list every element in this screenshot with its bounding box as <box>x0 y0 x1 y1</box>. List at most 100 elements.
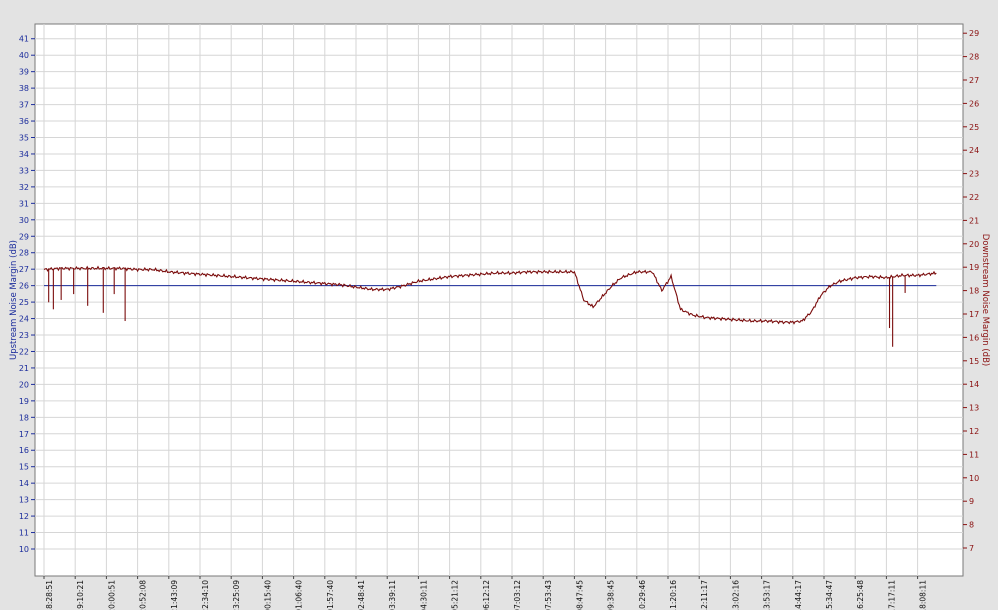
x-tick-time: 13:53:17 <box>763 580 772 610</box>
x-tick-time: 00:15:40 <box>263 580 272 610</box>
x-tick-time: 15:34:47 <box>825 580 834 610</box>
x-tick-time: 22:34:10 <box>201 580 210 610</box>
x-tick-time: 07:03:12 <box>513 580 522 610</box>
left-tick-label: 17 <box>19 430 29 439</box>
left-tick-label: 40 <box>19 51 29 60</box>
left-tick-label: 38 <box>19 84 29 93</box>
x-tick-label: Tue 3013:53:17 <box>754 580 772 610</box>
x-tick-label: Tue 3015:34:47 <box>816 580 834 610</box>
right-tick-label: 12 <box>969 427 979 436</box>
x-tick-label: Tue 3000:15:40 <box>254 580 272 610</box>
x-tick-label: Tue 3001:57:40 <box>317 580 335 610</box>
left-tick-label: 24 <box>19 315 29 324</box>
right-tick-label: 15 <box>969 357 979 366</box>
x-tick-label: Tue 3007:03:12 <box>504 580 522 610</box>
right-tick-label: 25 <box>969 123 979 132</box>
left-tick-label: 23 <box>19 331 29 340</box>
left-tick-label: 14 <box>19 479 29 488</box>
right-tick-label: 26 <box>969 99 979 108</box>
left-tick-label: 12 <box>19 512 29 521</box>
x-tick-time: 13:02:16 <box>731 580 740 610</box>
left-tick-label: 28 <box>19 249 29 258</box>
right-tick-label: 16 <box>969 333 979 342</box>
left-tick-label: 36 <box>19 117 29 126</box>
x-tick-label: Tue 3018:08:11 <box>910 580 928 610</box>
right-tick-label: 28 <box>969 53 979 62</box>
x-tick-label: Tue 3005:21:12 <box>442 580 460 610</box>
x-tick-label: Tue 3001:06:40 <box>286 580 304 610</box>
left-tick-label: 21 <box>19 364 29 373</box>
x-tick-label: Mon 2920:00:51 <box>98 580 116 610</box>
right-tick-label: 21 <box>969 216 979 225</box>
x-tick-time: 20:00:51 <box>107 580 116 610</box>
left-tick-label: 20 <box>19 380 29 389</box>
x-tick-label: Tue 3016:25:48 <box>847 580 865 610</box>
right-tick-label: 14 <box>969 380 979 389</box>
x-tick-label: Tue 3010:29:46 <box>629 580 647 610</box>
x-tick-label: Mon 2923:25:09 <box>223 580 241 610</box>
right-tick-label: 29 <box>969 29 979 38</box>
left-tick-label: 32 <box>19 183 29 192</box>
right-tick-label: 18 <box>969 287 979 296</box>
x-tick-time: 07:53:43 <box>544 580 553 610</box>
x-tick-label: Tue 3011:20:16 <box>660 580 678 610</box>
right-tick-label: 20 <box>969 240 979 249</box>
x-tick-label: Mon 2921:43:09 <box>161 580 179 610</box>
chart-svg: 10 11 12 13 14 15 16 17 18 19 20 21 22 23 24 25 26 27 28 29… <box>9 23 990 610</box>
x-tick-label: Tue 3009:38:45 <box>598 580 616 610</box>
x-tick-time: 05:21:12 <box>451 580 460 610</box>
x-tick-time: 21:43:09 <box>170 580 179 610</box>
x-tick-time: 23:25:09 <box>232 580 241 610</box>
left-tick-label: 33 <box>19 166 29 175</box>
left-axis-ticks: 10 11 12 13 14 15 16 17 18 19 20 21 22 23 24 25 26 27 28 29… <box>19 35 35 554</box>
x-axis-ticks: Mon 2918:28:51 Mon 2919:10:21 Mon 2920:00:… <box>36 576 928 610</box>
left-tick-label: 18 <box>19 413 29 422</box>
left-tick-label: 13 <box>19 496 29 505</box>
x-tick-time: 18:08:11 <box>919 580 928 610</box>
x-tick-time: 11:20:16 <box>669 580 678 610</box>
x-tick-time: 04:30:11 <box>419 580 428 610</box>
x-tick-time: 06:12:12 <box>482 580 491 610</box>
x-tick-time: 19:10:21 <box>76 580 85 610</box>
x-tick-label: Tue 3006:12:12 <box>473 580 491 610</box>
right-tick-label: 24 <box>969 146 979 155</box>
right-tick-label: 17 <box>969 310 979 319</box>
x-tick-time: 12:11:17 <box>700 580 709 610</box>
x-tick-time: 08:47:45 <box>575 580 584 610</box>
x-tick-label: Mon 2918:28:51 <box>36 580 54 610</box>
right-axis-title: Downstream Noise Margin (dB) <box>980 234 990 366</box>
x-tick-time: 20:52:08 <box>139 580 148 610</box>
right-tick-label: 23 <box>969 170 979 179</box>
right-tick-label: 22 <box>969 193 979 202</box>
noise-margin-chart: 10 11 12 13 14 15 16 17 18 19 20 21 22 23 24 25 26 27 28 29… <box>0 0 998 610</box>
left-tick-label: 39 <box>19 68 29 77</box>
x-tick-label: Tue 3014:44:17 <box>785 580 803 610</box>
right-tick-label: 9 <box>969 497 974 506</box>
x-tick-time: 01:57:40 <box>326 580 335 610</box>
x-tick-label: Tue 3004:30:11 <box>410 580 428 610</box>
left-tick-label: 25 <box>19 298 29 307</box>
right-tick-label: 10 <box>969 474 979 483</box>
x-tick-label: Tue 3013:02:16 <box>722 580 740 610</box>
x-tick-time: 02:48:41 <box>357 580 366 610</box>
x-tick-time: 18:28:51 <box>45 580 54 610</box>
left-tick-label: 41 <box>19 35 29 44</box>
x-tick-time: 17:17:11 <box>887 580 896 610</box>
left-tick-label: 37 <box>19 101 29 110</box>
x-tick-label: Tue 3002:48:41 <box>348 580 366 610</box>
x-tick-time: 03:39:11 <box>388 580 397 610</box>
right-tick-label: 11 <box>969 450 979 459</box>
right-tick-label: 13 <box>969 404 979 413</box>
left-tick-label: 26 <box>19 282 29 291</box>
left-tick-label: 19 <box>19 397 29 406</box>
x-tick-label: Tue 3017:17:11 <box>878 580 896 610</box>
left-tick-label: 15 <box>19 463 29 472</box>
left-tick-label: 11 <box>19 529 29 538</box>
x-tick-label: Tue 3012:11:17 <box>691 580 709 610</box>
right-tick-label: 8 <box>969 521 974 530</box>
right-tick-label: 19 <box>969 263 979 272</box>
left-tick-label: 31 <box>19 199 29 208</box>
left-tick-label: 22 <box>19 347 29 356</box>
x-tick-label: Mon 2919:10:21 <box>67 580 85 610</box>
x-tick-label: Tue 3007:53:43 <box>535 580 553 610</box>
